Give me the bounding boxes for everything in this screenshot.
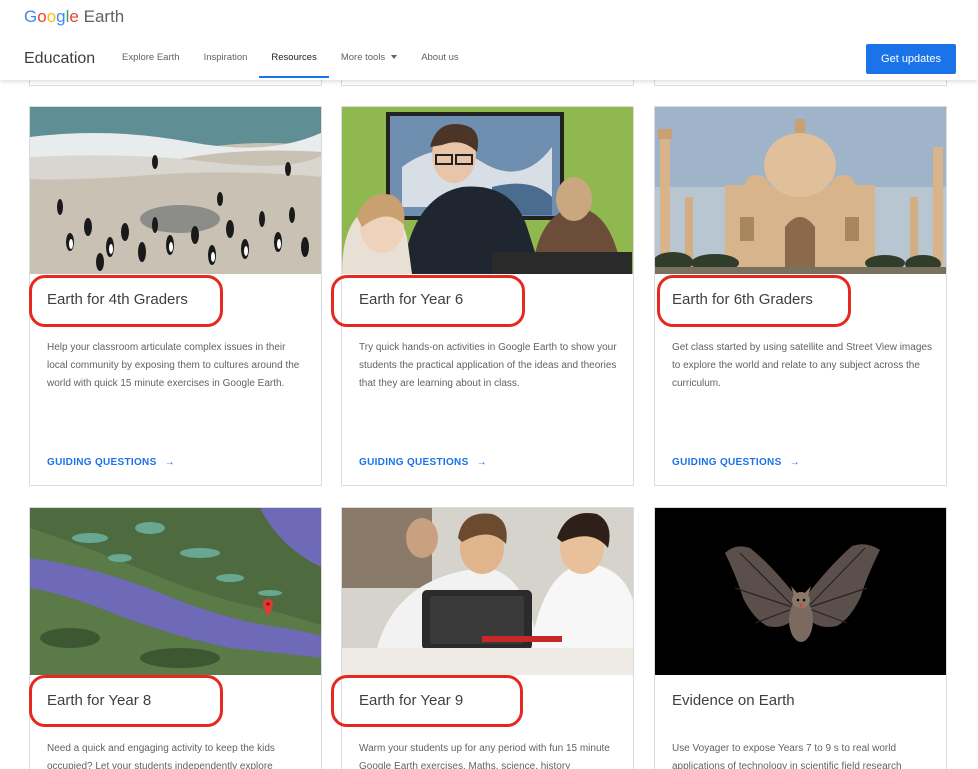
guiding-questions-link[interactable]: GUIDING QUESTIONS → [359, 457, 487, 468]
nav-resources[interactable]: Resources [259, 40, 330, 80]
chevron-down-icon [391, 55, 398, 60]
highlight-annotation [331, 675, 523, 727]
main-nav: Explore Earth Inspiration Resources More… [110, 40, 471, 80]
card-earth-year-8[interactable]: Earth for Year 8 Need a quick and engagi… [29, 507, 322, 769]
taj-mahal-image [655, 107, 946, 274]
card-description: Help your classroom articulate complex i… [47, 342, 300, 389]
nav-about-us[interactable]: About us [409, 40, 471, 80]
get-updates-button[interactable]: Get updates [866, 44, 956, 74]
arrow-right-icon: → [164, 457, 175, 468]
card-description: Need a quick and engaging activity to ke… [47, 743, 275, 769]
satellite-map-image [30, 508, 321, 675]
card-evidence-on-earth[interactable]: Evidence on Earth Use Voyager to expose … [654, 507, 947, 769]
guiding-questions-link[interactable]: GUIDING QUESTIONS → [47, 457, 175, 468]
arrow-right-icon: → [789, 457, 800, 468]
highlight-annotation [29, 275, 223, 327]
card-description: Use Voyager to expose Years 7 to 9 s to … [672, 743, 902, 769]
logo-product: Earth [83, 7, 125, 26]
section-title[interactable]: Education [24, 50, 95, 68]
bat-image [655, 508, 946, 675]
nav-explore-earth[interactable]: Explore Earth [110, 40, 192, 80]
nav-more-tools[interactable]: More tools [329, 40, 409, 80]
card-earth-year-9[interactable]: Earth for Year 9 Warm your students up f… [341, 507, 634, 769]
google-earth-logo[interactable]: Google Earth [24, 7, 124, 27]
students-tablet-image [342, 508, 633, 675]
card-description: Get class started by using satellite and… [672, 342, 932, 389]
teacher-students-image [342, 107, 633, 274]
highlight-annotation [657, 275, 851, 327]
penguins-beach-image [30, 107, 321, 274]
highlight-annotation [331, 275, 525, 327]
card-title[interactable]: Evidence on Earth [672, 692, 795, 709]
nav-inspiration[interactable]: Inspiration [192, 40, 260, 80]
arrow-right-icon: → [476, 457, 487, 468]
highlight-annotation [29, 675, 223, 727]
card-description: Try quick hands-on activities in Google … [359, 342, 617, 389]
card-description: Warm your students up for any period wit… [359, 743, 610, 769]
guiding-questions-link[interactable]: GUIDING QUESTIONS → [672, 457, 800, 468]
top-header: Google Earth Education Explore Earth Ins… [0, 0, 978, 80]
